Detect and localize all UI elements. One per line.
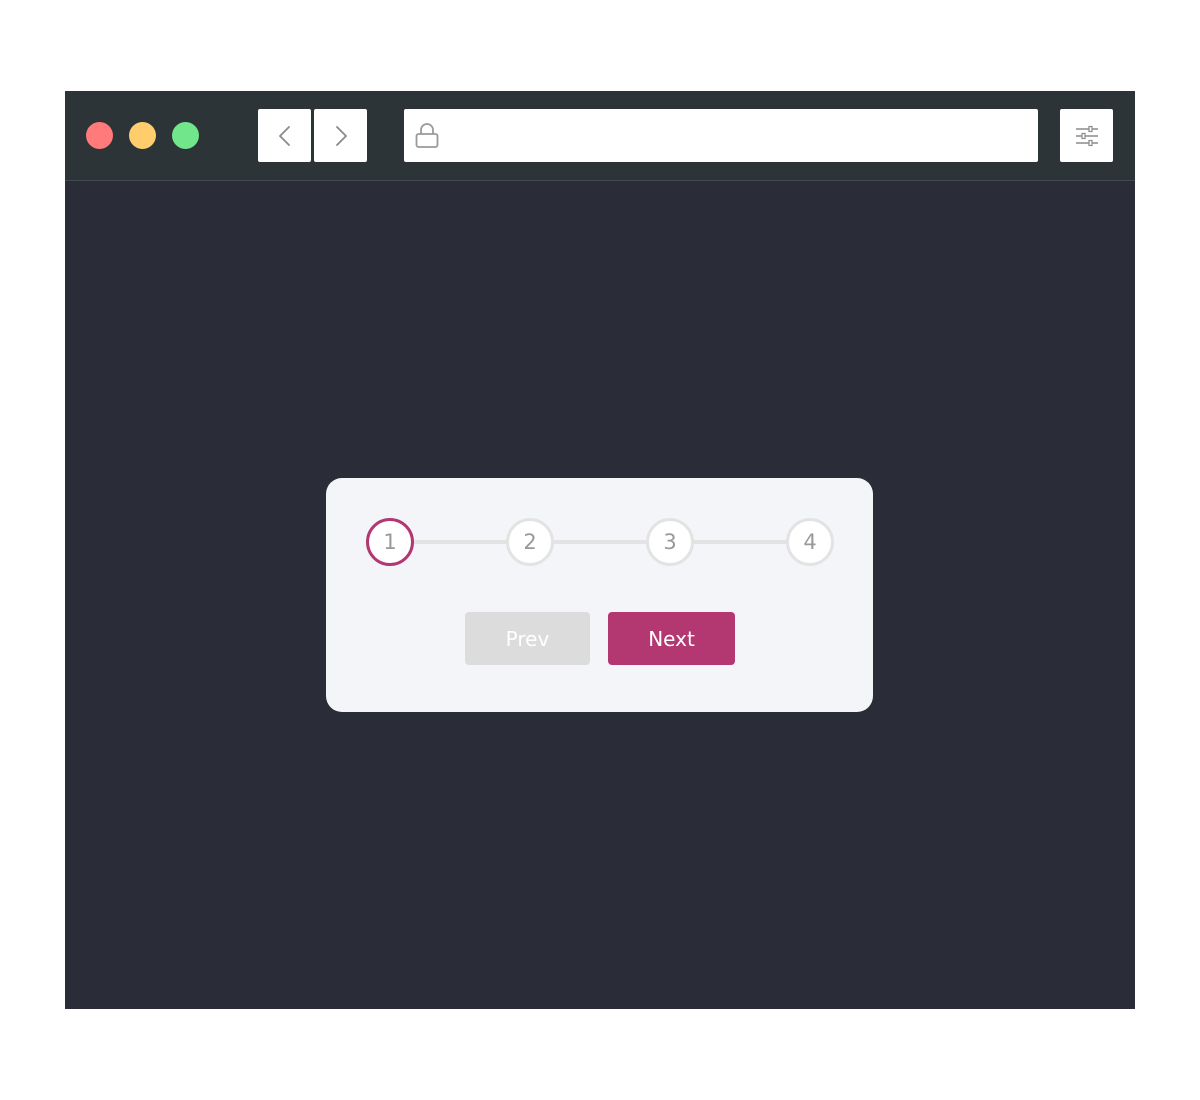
- step-2: 2: [506, 518, 554, 566]
- next-button[interactable]: Next: [608, 612, 735, 665]
- browser-toolbar: [65, 91, 1135, 181]
- chevron-left-icon: [278, 125, 290, 146]
- settings-button[interactable]: [1060, 109, 1113, 162]
- maximize-window-button[interactable]: [172, 122, 199, 149]
- minimize-window-button[interactable]: [129, 122, 156, 149]
- progress-stepper: 1 2 3 4: [366, 518, 834, 566]
- address-bar[interactable]: [404, 109, 1038, 162]
- stepper-card: 1 2 3 4 Prev Next: [326, 478, 873, 712]
- lock-icon: [415, 123, 439, 148]
- stepper-track: [390, 540, 810, 544]
- step-3: 3: [646, 518, 694, 566]
- forward-button[interactable]: [314, 109, 367, 162]
- browser-window: 1 2 3 4 Prev Next: [65, 91, 1135, 1009]
- back-button[interactable]: [258, 109, 311, 162]
- step-4: 4: [786, 518, 834, 566]
- sliders-icon: [1075, 125, 1098, 146]
- step-1: 1: [366, 518, 414, 566]
- prev-button[interactable]: Prev: [465, 612, 590, 665]
- close-window-button[interactable]: [86, 122, 113, 149]
- chevron-right-icon: [335, 125, 347, 146]
